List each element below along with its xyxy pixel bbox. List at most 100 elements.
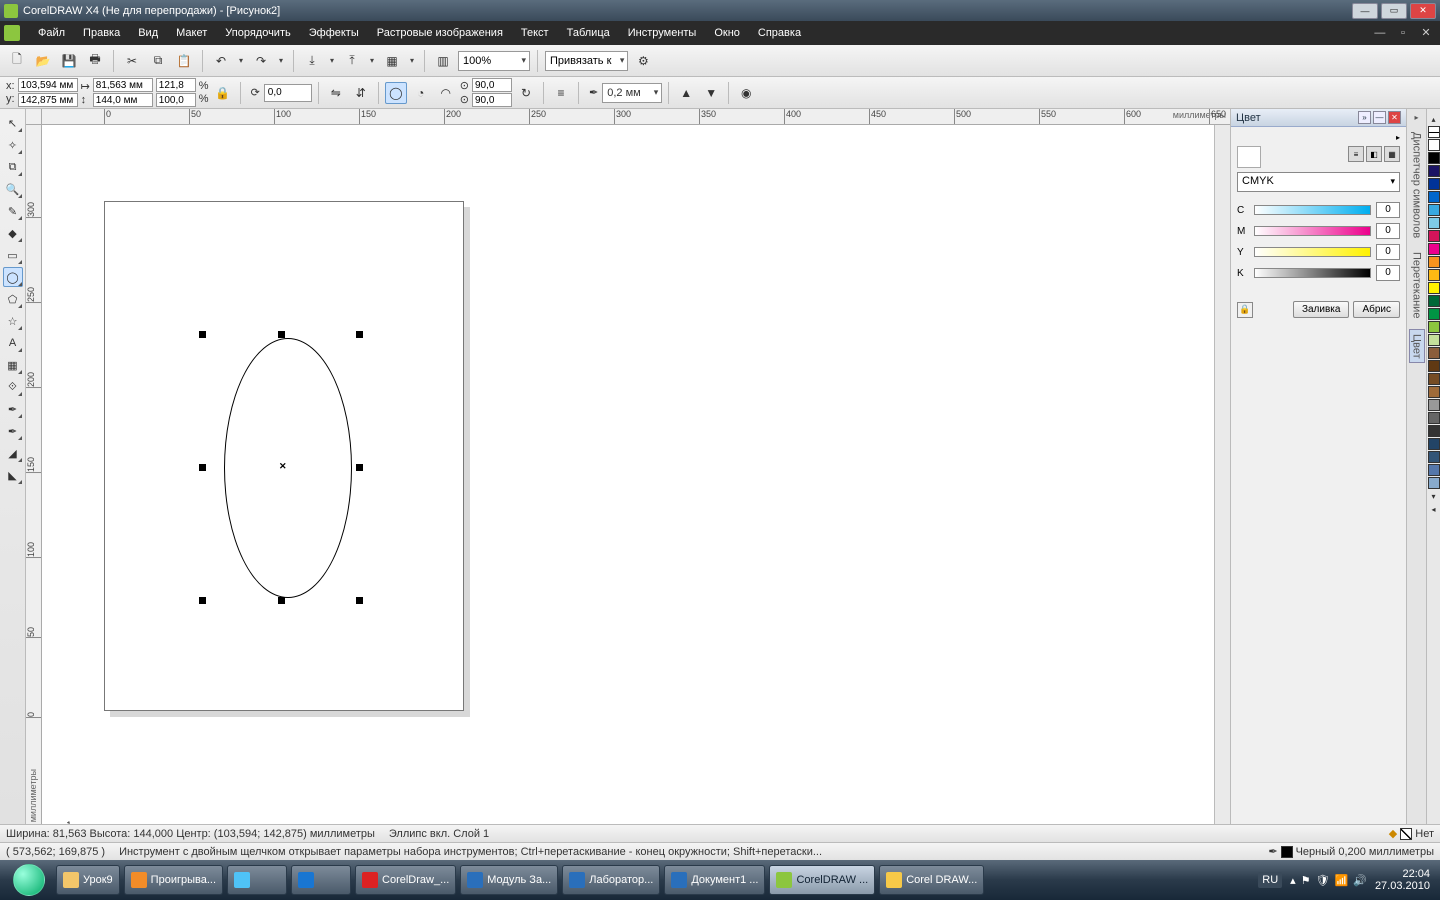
- lang-indicator[interactable]: RU: [1258, 872, 1282, 888]
- palette-swatch[interactable]: [1428, 464, 1440, 476]
- palettes-button[interactable]: ▦: [1384, 146, 1400, 162]
- menu-layout[interactable]: Макет: [168, 24, 215, 42]
- mdi-minimize[interactable]: —: [1372, 27, 1388, 41]
- start-angle-input[interactable]: [472, 78, 512, 92]
- scale-x-input[interactable]: [156, 78, 196, 92]
- eyedropper-tool[interactable]: ✒: [3, 399, 23, 419]
- fill-indicator[interactable]: [1400, 828, 1412, 840]
- new-button[interactable]: 🗋: [6, 50, 28, 72]
- print-button[interactable]: 🖶: [84, 50, 106, 72]
- handle-se[interactable]: [356, 597, 363, 604]
- outline-pen-icon[interactable]: ✒: [1268, 845, 1277, 858]
- palette-down[interactable]: ▾: [1431, 490, 1435, 503]
- interactive-tool[interactable]: ⟐: [3, 377, 23, 397]
- obj-y-input[interactable]: [18, 93, 78, 107]
- tray-shield-icon[interactable]: 🛡: [1316, 874, 1330, 887]
- palette-swatch[interactable]: [1428, 412, 1440, 424]
- taskbar-item[interactable]: [291, 865, 351, 895]
- outline-tool[interactable]: ✒: [3, 421, 23, 441]
- docker-minimize-button[interactable]: —: [1373, 111, 1386, 124]
- clock[interactable]: 22:04 27.03.2010: [1375, 868, 1430, 892]
- palette-swatch[interactable]: [1428, 373, 1440, 385]
- ellipse-shape[interactable]: [224, 338, 352, 598]
- handle-w[interactable]: [199, 464, 206, 471]
- palette-none[interactable]: [1428, 126, 1440, 138]
- crop-tool[interactable]: ⧉: [3, 157, 23, 177]
- menu-table[interactable]: Таблица: [559, 24, 618, 42]
- palette-swatch[interactable]: [1428, 425, 1440, 437]
- palette-flyout[interactable]: ◂: [1431, 503, 1435, 516]
- options-button[interactable]: ⚙: [632, 50, 654, 72]
- outline-width-combo[interactable]: 0,2 мм: [602, 83, 662, 103]
- color-lock-button[interactable]: 🔒: [1237, 302, 1253, 318]
- menu-file[interactable]: Файл: [30, 24, 73, 42]
- palette-swatch[interactable]: [1428, 191, 1440, 203]
- palette-swatch[interactable]: [1428, 360, 1440, 372]
- apply-outline-button[interactable]: Абрис: [1353, 301, 1400, 318]
- direction-button[interactable]: ↻: [515, 82, 537, 104]
- viewer-button[interactable]: ◧: [1366, 146, 1382, 162]
- menu-edit[interactable]: Правка: [75, 24, 128, 42]
- fill-tool[interactable]: ◢: [3, 443, 23, 463]
- mdi-restore[interactable]: ▫: [1395, 27, 1411, 41]
- zoom-tool[interactable]: 🔍: [3, 179, 23, 199]
- handle-sw[interactable]: [199, 597, 206, 604]
- rectangle-tool[interactable]: ▭: [3, 245, 23, 265]
- tray-network-icon[interactable]: 📶: [1335, 874, 1349, 887]
- palette-swatch[interactable]: [1428, 269, 1440, 281]
- convert-curves-button[interactable]: ◉: [735, 82, 757, 104]
- taskbar-item[interactable]: Проигрыва...: [124, 865, 223, 895]
- tab-blend[interactable]: Перетекание: [1410, 248, 1424, 322]
- import-button[interactable]: ⤓: [301, 50, 323, 72]
- taskbar-item[interactable]: CorelDraw_...: [355, 865, 456, 895]
- palette-swatch[interactable]: [1428, 334, 1440, 346]
- redo-button[interactable]: ↷: [250, 50, 272, 72]
- tray-up-icon[interactable]: ▴: [1290, 874, 1296, 887]
- menu-arrange[interactable]: Упорядочить: [217, 24, 298, 42]
- palette-swatch[interactable]: [1428, 399, 1440, 411]
- sliders-view-button[interactable]: ≡: [1348, 146, 1364, 162]
- drawing-canvas[interactable]: ✕: [42, 125, 1230, 826]
- paste-button[interactable]: 📋: [173, 50, 195, 72]
- tab-symbols[interactable]: Диспетчер символов: [1410, 128, 1424, 242]
- taskbar-item[interactable]: Лаборатор...: [562, 865, 660, 895]
- interactive-fill-tool[interactable]: ◣: [3, 465, 23, 485]
- palette-swatch[interactable]: [1428, 438, 1440, 450]
- ellipse-tool[interactable]: ◯: [3, 267, 23, 287]
- snap-combo[interactable]: Привязать к: [545, 51, 628, 71]
- undo-button[interactable]: ↶: [210, 50, 232, 72]
- palette-swatch[interactable]: [1428, 295, 1440, 307]
- start-button[interactable]: [4, 862, 54, 898]
- palette-up[interactable]: ▴: [1431, 113, 1435, 126]
- yellow-value[interactable]: 0: [1376, 244, 1400, 260]
- cyan-value[interactable]: 0: [1376, 202, 1400, 218]
- palette-swatch[interactable]: [1428, 230, 1440, 242]
- black-slider[interactable]: [1254, 268, 1371, 278]
- handle-s[interactable]: [278, 597, 285, 604]
- palette-swatch[interactable]: [1428, 152, 1440, 164]
- menu-bitmaps[interactable]: Растровые изображения: [369, 24, 511, 42]
- docker-collapse-button[interactable]: »: [1358, 111, 1371, 124]
- freehand-tool[interactable]: ✎: [3, 201, 23, 221]
- text-tool[interactable]: A: [3, 333, 23, 353]
- minimize-button[interactable]: —: [1352, 3, 1378, 19]
- lock-ratio-button[interactable]: 🔒: [212, 82, 234, 104]
- tab-color[interactable]: Цвет: [1409, 329, 1425, 364]
- arc-mode-button[interactable]: ◠: [435, 82, 457, 104]
- menu-effects[interactable]: Эффекты: [301, 24, 367, 42]
- scale-y-input[interactable]: [156, 93, 196, 107]
- pie-mode-button[interactable]: ◔: [410, 82, 432, 104]
- cyan-slider[interactable]: [1254, 205, 1371, 215]
- palette-swatch[interactable]: [1428, 451, 1440, 463]
- ruler-horizontal[interactable]: миллиметры 05010015020025030035040045050…: [42, 109, 1230, 125]
- handle-ne[interactable]: [356, 331, 363, 338]
- rotation-input[interactable]: [264, 84, 312, 102]
- publish-button[interactable]: ▦: [381, 50, 403, 72]
- palette-swatch[interactable]: [1428, 282, 1440, 294]
- mdi-close[interactable]: ✕: [1418, 26, 1434, 40]
- magenta-value[interactable]: 0: [1376, 223, 1400, 239]
- menu-tools[interactable]: Инструменты: [620, 24, 705, 42]
- palette-swatch[interactable]: [1428, 178, 1440, 190]
- taskbar-item[interactable]: CorelDRAW ...: [769, 865, 875, 895]
- to-back-button[interactable]: ▼: [700, 82, 722, 104]
